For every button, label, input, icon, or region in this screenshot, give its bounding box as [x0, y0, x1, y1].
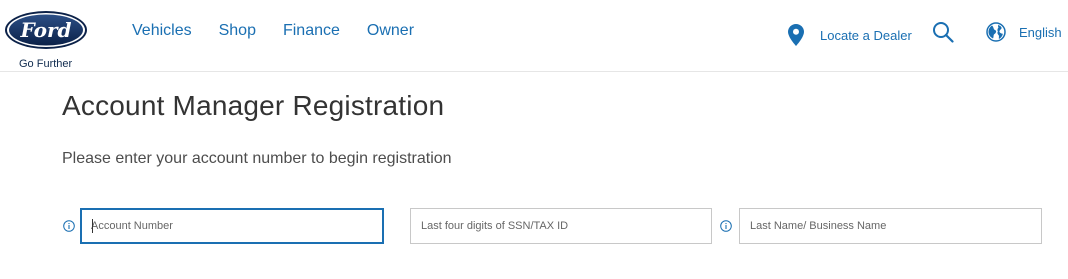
nav-item-owner[interactable]: Owner: [367, 22, 414, 40]
nav-item-vehicles[interactable]: Vehicles: [132, 22, 192, 40]
locate-dealer-label: Locate a Dealer: [820, 27, 912, 43]
ssn-tax-id-input[interactable]: [410, 208, 712, 244]
locate-dealer-link[interactable]: Locate a Dealer: [788, 24, 912, 46]
account-number-info-icon[interactable]: [63, 220, 75, 232]
location-pin-icon: [788, 24, 804, 46]
registration-instructions: Please enter your account number to begi…: [62, 150, 452, 167]
ford-oval-icon: Ford: [5, 11, 87, 49]
brand-tagline: Go Further: [19, 58, 73, 70]
site-header: Ford Go Further Vehicles Shop Finance Ow…: [0, 0, 1068, 72]
name-info-icon[interactable]: [720, 220, 732, 232]
globe-icon: [986, 22, 1006, 42]
svg-text:Ford: Ford: [20, 18, 72, 42]
search-icon: [933, 22, 954, 43]
page-title: Account Manager Registration: [62, 90, 445, 121]
main-nav: Vehicles Shop Finance Owner: [132, 22, 414, 40]
text-caret: [92, 219, 93, 233]
nav-item-finance[interactable]: Finance: [283, 22, 340, 40]
last-name-business-input[interactable]: [739, 208, 1042, 244]
language-selector[interactable]: English: [986, 22, 1062, 42]
ford-logo[interactable]: Ford Go Further: [4, 10, 88, 70]
nav-item-shop[interactable]: Shop: [219, 22, 256, 40]
account-number-input[interactable]: [80, 208, 384, 244]
language-label: English: [1019, 24, 1062, 40]
search-button[interactable]: [932, 21, 954, 43]
